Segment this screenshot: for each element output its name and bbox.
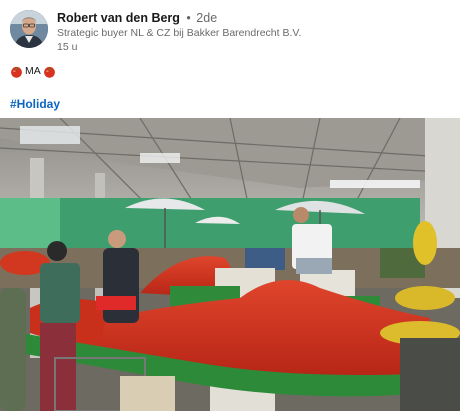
author-headline: Strategic buyer NL & CZ bij Bakker Baren… — [57, 27, 302, 39]
author-line: Robert van den Berg • 2de — [57, 11, 217, 26]
post-body: MA — [10, 63, 56, 79]
hashtag-link[interactable]: #Holiday — [10, 97, 60, 111]
post-timestamp: 15 u — [57, 41, 78, 53]
author-name[interactable]: Robert van den Berg — [57, 11, 180, 25]
tomato-icon — [43, 65, 56, 78]
tomato-icon — [10, 65, 23, 78]
post-image[interactable] — [0, 118, 460, 411]
separator-dot: • — [186, 11, 191, 25]
connection-degree: 2de — [196, 11, 218, 25]
post-body-text: MA — [25, 65, 41, 77]
post-header: Robert van den Berg • 2de Strategic buye… — [0, 0, 460, 60]
avatar[interactable] — [10, 10, 48, 48]
